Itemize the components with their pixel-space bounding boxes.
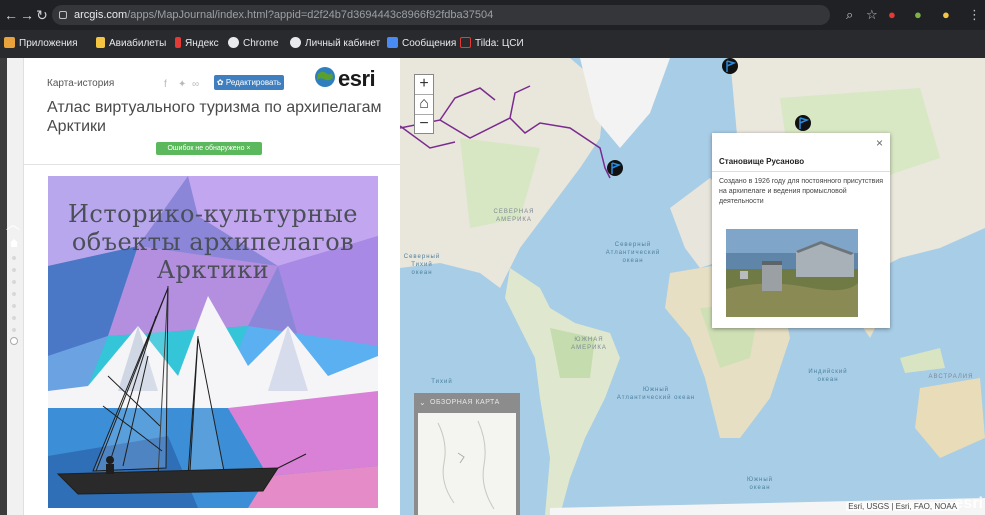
map-pin[interactable] — [795, 115, 811, 131]
popup-description: Создано в 1926 году для постоянного прис… — [719, 178, 884, 205]
popup-photo[interactable] — [726, 229, 858, 317]
star-icon[interactable]: ☆ — [866, 7, 878, 23]
close-icon[interactable]: × — [876, 136, 883, 150]
chevron-down-icon: ⌄ — [419, 398, 427, 407]
overview-map-title: ОБЗОРНАЯ КАРТА — [430, 399, 500, 406]
section-dot[interactable] — [12, 268, 16, 272]
map-label: Индийский океан — [808, 369, 848, 383]
zoom-out-button[interactable]: − — [415, 115, 433, 135]
menu-icon[interactable]: ⋮ — [968, 7, 981, 23]
map-label: СЕВЕРНАЯ АМЕРИКА — [493, 209, 535, 223]
extension-icon[interactable]: ● — [914, 7, 922, 22]
url-host: arcgis.com — [74, 9, 128, 21]
chevron-up-icon[interactable]: ︿ — [6, 214, 20, 234]
map-pin[interactable] — [607, 160, 623, 176]
section-dot[interactable] — [12, 256, 16, 260]
map-pin[interactable] — [722, 58, 738, 74]
bookmark-aviatickets[interactable]: Авиабилеты — [96, 36, 166, 52]
edit-button[interactable]: ✿ Редактировать × — [214, 75, 284, 102]
url-path: /apps/MapJournal/index.html?appid=d2f24b… — [127, 9, 494, 21]
story-cover-image: Историко-культурные объекты архипелагов … — [48, 176, 378, 508]
apps-grid-icon — [4, 37, 15, 48]
forward-arrow-icon[interactable]: → — [20, 7, 34, 23]
back-arrow-icon[interactable]: ← — [4, 7, 18, 23]
map-attribution[interactable]: Esri, USGS | Esri, FAO, NOAA — [846, 502, 959, 511]
esri-watermark: esri — [954, 495, 983, 512]
yandex-icon — [175, 37, 181, 48]
extension-icon[interactable]: ● — [888, 7, 896, 22]
popup-title: Становище Русаново — [719, 157, 805, 166]
facebook-icon[interactable]: f — [164, 79, 167, 90]
divider — [712, 171, 890, 172]
section-dot[interactable] — [12, 292, 16, 296]
message-icon — [387, 37, 398, 48]
esri-logo[interactable]: esri — [338, 66, 376, 92]
address-bar[interactable]: arcgis.com/apps/MapJournal/index.html?ap… — [52, 5, 830, 25]
map-label: Северный Тихий океан — [403, 254, 441, 276]
poster-title-line: объекты архипелагов — [71, 228, 355, 256]
map-label: АВСТРАЛИЯ — [928, 374, 974, 380]
map-label: Южный Атлантический океан — [616, 387, 696, 401]
bookmark-apps[interactable]: Приложения — [4, 36, 78, 52]
bookmark-tilda[interactable]: Tilda: ЦСИ — [460, 36, 524, 52]
map-label: Южный океан — [746, 477, 774, 491]
section-dot[interactable] — [12, 316, 16, 320]
bookmark-messages[interactable]: Сообщения — [387, 36, 456, 52]
poster-title-line: Арктики — [156, 256, 270, 284]
map-view[interactable]: + ⌂ − СЕВЕРНАЯ АМЕРИКА Северный Атлантич… — [400, 58, 985, 515]
twitter-icon[interactable]: ✦ — [178, 79, 186, 90]
map-label: Северный Атлантический океан — [605, 242, 661, 264]
overview-map-panel: ⌄ ОБЗОРНАЯ КАРТА — [414, 393, 520, 515]
tilda-icon — [460, 37, 471, 48]
map-label: Тихий — [431, 379, 453, 385]
bookmarks-bar: Приложения Авиабилеты Яндекс Chrome Личн… — [0, 30, 985, 58]
bookmark-chrome[interactable]: Chrome — [228, 36, 279, 52]
search-icon[interactable]: ⌕ — [846, 7, 853, 23]
feature-popup: × Становище Русаново Создано в 1926 году… — [712, 133, 890, 328]
section-dot[interactable] — [12, 304, 16, 308]
section-dot[interactable] — [12, 328, 16, 332]
navigator-edge — [0, 58, 7, 515]
link-icon[interactable]: ∞ — [192, 79, 199, 90]
map-label: ЮЖНАЯ АМЕРИКА — [571, 337, 607, 351]
errors-status-button[interactable]: Ошибок не обнаружено × — [156, 142, 262, 155]
divider — [24, 164, 400, 165]
overview-map-header[interactable]: ⌄ ОБЗОРНАЯ КАРТА — [414, 393, 520, 413]
browser-toolbar: ← → ↻ arcgis.com/apps/MapJournal/index.h… — [0, 0, 985, 30]
plane-icon — [96, 37, 105, 48]
globe-icon — [228, 37, 239, 48]
poster-title-line: Историко-культурные — [67, 200, 358, 228]
section-dot-active[interactable] — [10, 337, 18, 345]
story-panel: Карта-история f ✦ ∞ ✿ Редактировать × es… — [24, 58, 400, 515]
section-dot[interactable] — [12, 280, 16, 284]
lock-icon — [59, 11, 67, 19]
reload-icon[interactable]: ↻ — [35, 7, 49, 23]
overview-map[interactable] — [418, 413, 516, 515]
avatar[interactable]: ● — [942, 7, 950, 22]
home-icon[interactable] — [9, 238, 19, 248]
bookmark-cabinet[interactable]: Личный кабинет — [290, 36, 380, 52]
home-button[interactable]: ⌂ — [415, 95, 433, 115]
story-title: Атлас виртуального туризма по архипелага… — [47, 99, 382, 135]
zoom-in-button[interactable]: + — [415, 75, 433, 95]
bookmark-yandex[interactable]: Яндекс — [175, 36, 219, 52]
poster-title: Историко-культурные объекты архипелагов … — [48, 200, 378, 284]
zoom-controls: + ⌂ − — [414, 74, 434, 134]
globe-icon — [290, 37, 301, 48]
story-type-label: Карта-история — [47, 78, 115, 89]
esri-globe-icon — [315, 67, 335, 87]
